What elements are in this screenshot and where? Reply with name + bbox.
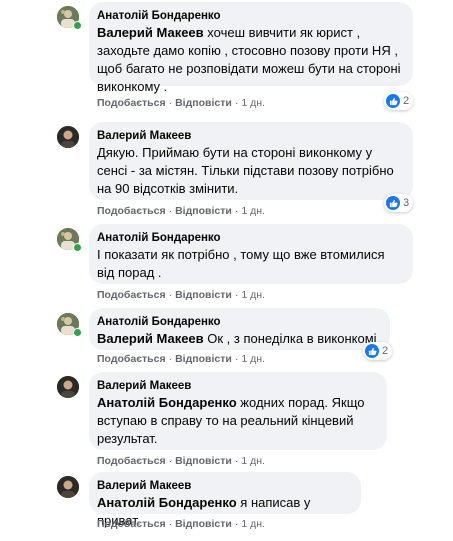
comment-bubble: Анатолій Бондаренко І показати як потріб… bbox=[89, 224, 413, 284]
mention-link[interactable]: Валерий Макеев bbox=[97, 25, 204, 40]
separator: · bbox=[168, 518, 173, 530]
separator: · bbox=[234, 353, 239, 365]
comment-bubble: Валерий Макеев Анатолій Бондаренко я нап… bbox=[89, 472, 361, 528]
mention-link[interactable]: Анатолій Бондаренко bbox=[97, 495, 237, 510]
separator: · bbox=[168, 455, 173, 467]
avatar[interactable] bbox=[57, 376, 79, 398]
comment-body: І показати як потрібно , тому що вже вто… bbox=[97, 247, 385, 280]
timestamp[interactable]: 1 дн. bbox=[241, 353, 265, 365]
comment-actions: Подобається · Відповісти · 1 дн. bbox=[97, 97, 265, 110]
comment-author[interactable]: Валерий Макеев bbox=[97, 479, 350, 494]
comment-author[interactable]: Анатолій Бондаренко bbox=[97, 315, 379, 330]
comment-bubble: Валерий Макеев Анатолій Бондаренко жодни… bbox=[89, 372, 387, 450]
separator: · bbox=[168, 353, 173, 365]
comment-actions: Подобається · Відповісти · 1 дн. bbox=[97, 205, 265, 218]
profile-photo-icon bbox=[57, 376, 79, 398]
separator: · bbox=[168, 289, 173, 301]
avatar[interactable] bbox=[57, 126, 79, 148]
timestamp[interactable]: 1 дн. bbox=[241, 205, 265, 217]
comment-bubble: Валерий Макеев Дякую. Приймаю бути на ст… bbox=[89, 122, 413, 200]
like-icon bbox=[386, 196, 400, 210]
like-button[interactable]: Подобається bbox=[97, 455, 166, 467]
separator: · bbox=[168, 205, 173, 217]
timestamp[interactable]: 1 дн. bbox=[241, 97, 265, 109]
comment-text: Валерий Макеев хочеш вивчити як юрист , … bbox=[97, 24, 402, 96]
profile-photo-icon bbox=[57, 476, 79, 498]
online-status-dot bbox=[73, 328, 82, 337]
avatar[interactable] bbox=[57, 476, 79, 498]
comment-author[interactable]: Анатолій Бондаренко bbox=[97, 9, 402, 24]
reaction-count-badge[interactable]: 2 bbox=[363, 342, 393, 360]
reply-button[interactable]: Відповісти bbox=[175, 518, 232, 530]
comment-bubble: Анатолій Бондаренко Валерий Макеев Ок , … bbox=[89, 308, 390, 364]
mention-link[interactable]: Валерий Макеев bbox=[97, 331, 204, 346]
comment-actions: Подобається · Відповісти · 1 дн. bbox=[97, 518, 265, 531]
comment-text: Дякую. Приймаю бути на стороні виконкому… bbox=[97, 144, 402, 198]
online-status-dot bbox=[73, 21, 82, 30]
comment-text: Анатолій Бондаренко жодних порад. Якщо в… bbox=[97, 394, 376, 448]
reply-button[interactable]: Відповісти bbox=[175, 455, 232, 467]
like-icon bbox=[365, 344, 379, 358]
reaction-count: 2 bbox=[403, 95, 410, 107]
reaction-count: 3 bbox=[403, 197, 410, 209]
timestamp[interactable]: 1 дн. bbox=[241, 289, 265, 301]
profile-photo-icon bbox=[57, 126, 79, 148]
like-button[interactable]: Подобається bbox=[97, 205, 166, 217]
reply-button[interactable]: Відповісти bbox=[175, 353, 232, 365]
reaction-count-badge[interactable]: 2 bbox=[384, 92, 414, 110]
separator: · bbox=[234, 455, 239, 467]
comment-text: І показати як потрібно , тому що вже вто… bbox=[97, 246, 402, 282]
separator: · bbox=[234, 289, 239, 301]
like-button[interactable]: Подобається bbox=[97, 289, 166, 301]
comment-bubble: Анатолій Бондаренко Валерий Макеев хочеш… bbox=[89, 2, 413, 94]
timestamp[interactable]: 1 дн. bbox=[241, 518, 265, 530]
online-status-dot bbox=[73, 243, 82, 252]
like-button[interactable]: Подобається bbox=[97, 97, 166, 109]
like-button[interactable]: Подобається bbox=[97, 353, 166, 365]
reply-button[interactable]: Відповісти bbox=[175, 205, 232, 217]
comment-author[interactable]: Анатолій Бондаренко bbox=[97, 231, 402, 246]
like-icon bbox=[386, 94, 400, 108]
timestamp[interactable]: 1 дн. bbox=[241, 455, 265, 467]
reply-button[interactable]: Відповісти bbox=[175, 97, 232, 109]
separator: · bbox=[234, 205, 239, 217]
separator: · bbox=[168, 97, 173, 109]
comment-actions: Подобається · Відповісти · 1 дн. bbox=[97, 455, 265, 468]
separator: · bbox=[234, 97, 239, 109]
comment-body: Дякую. Приймаю бути на стороні виконкому… bbox=[97, 145, 394, 196]
comment-actions: Подобається · Відповісти · 1 дн. bbox=[97, 289, 265, 302]
comment-actions: Подобається · Відповісти · 1 дн. bbox=[97, 353, 265, 366]
reaction-count: 2 bbox=[382, 345, 389, 357]
mention-link[interactable]: Анатолій Бондаренко bbox=[97, 395, 237, 410]
like-button[interactable]: Подобається bbox=[97, 518, 166, 530]
reply-button[interactable]: Відповісти bbox=[175, 289, 232, 301]
separator: · bbox=[234, 518, 239, 530]
comment-author[interactable]: Валерий Макеев bbox=[97, 129, 402, 144]
comment-author[interactable]: Валерий Макеев bbox=[97, 379, 376, 394]
reaction-count-badge[interactable]: 3 bbox=[384, 194, 414, 212]
